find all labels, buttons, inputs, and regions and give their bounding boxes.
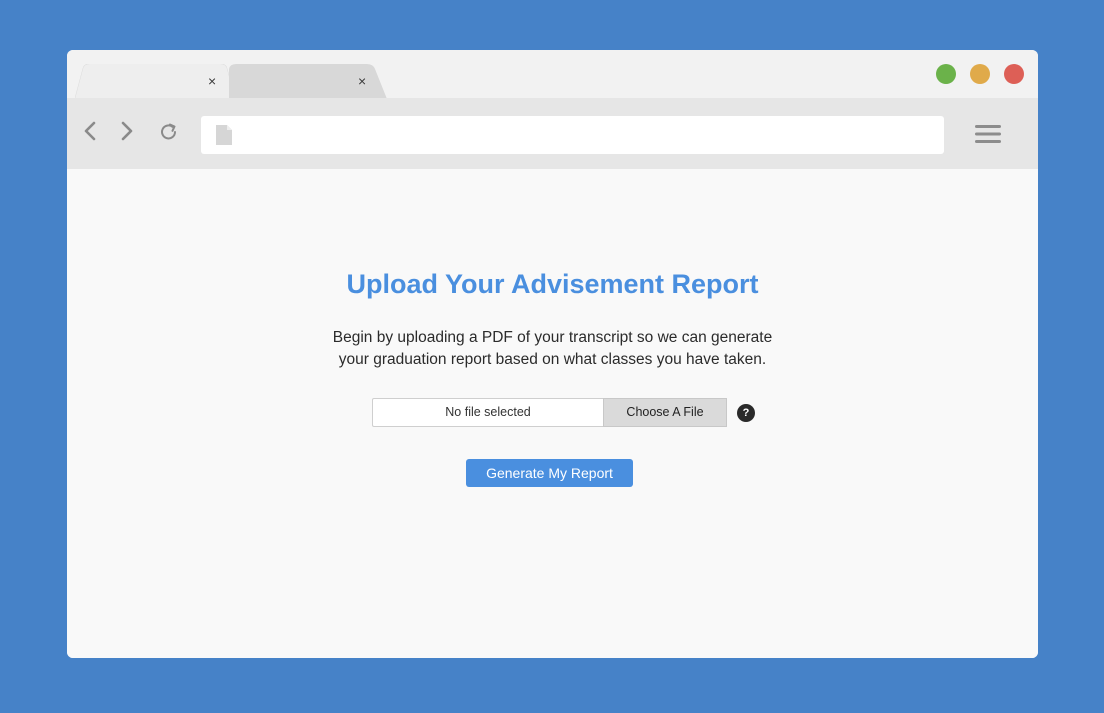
- reload-icon[interactable]: [159, 122, 179, 142]
- close-window-button[interactable]: [1004, 64, 1024, 84]
- help-icon[interactable]: ?: [737, 403, 755, 422]
- file-name-display[interactable]: No file selected: [372, 398, 603, 427]
- forward-icon[interactable]: [120, 121, 134, 141]
- description-line-1: Begin by uploading a PDF of your transcr…: [332, 329, 773, 346]
- generate-report-button[interactable]: Generate My Report: [466, 459, 633, 487]
- description-line-2: your graduation report based on what cla…: [338, 351, 767, 368]
- minimize-button[interactable]: [970, 64, 990, 84]
- hamburger-menu-icon[interactable]: [975, 124, 1001, 144]
- page-title: Upload Your Advisement Report: [346, 269, 759, 299]
- tab-active[interactable]: ×: [75, 64, 235, 99]
- tab-close-icon[interactable]: ×: [208, 74, 216, 88]
- browser-toolbar: [67, 98, 1038, 169]
- choose-file-button[interactable]: Choose A File: [603, 398, 727, 427]
- file-upload-field: No file selected Choose A File ?: [372, 398, 755, 427]
- browser-window: × × Upload Your Advisement Report Begin …: [67, 50, 1038, 658]
- tab-bar: × ×: [67, 50, 1038, 99]
- tab-close-icon[interactable]: ×: [358, 74, 366, 88]
- window-controls: [936, 64, 1024, 84]
- document-icon: [216, 125, 232, 145]
- page-content: Upload Your Advisement Report Begin by u…: [67, 169, 1038, 658]
- maximize-button[interactable]: [936, 64, 956, 84]
- tab-inactive[interactable]: ×: [229, 64, 387, 99]
- page-description: Begin by uploading a PDF of your transcr…: [67, 327, 1038, 371]
- address-bar[interactable]: [201, 116, 944, 154]
- back-icon[interactable]: [83, 121, 97, 141]
